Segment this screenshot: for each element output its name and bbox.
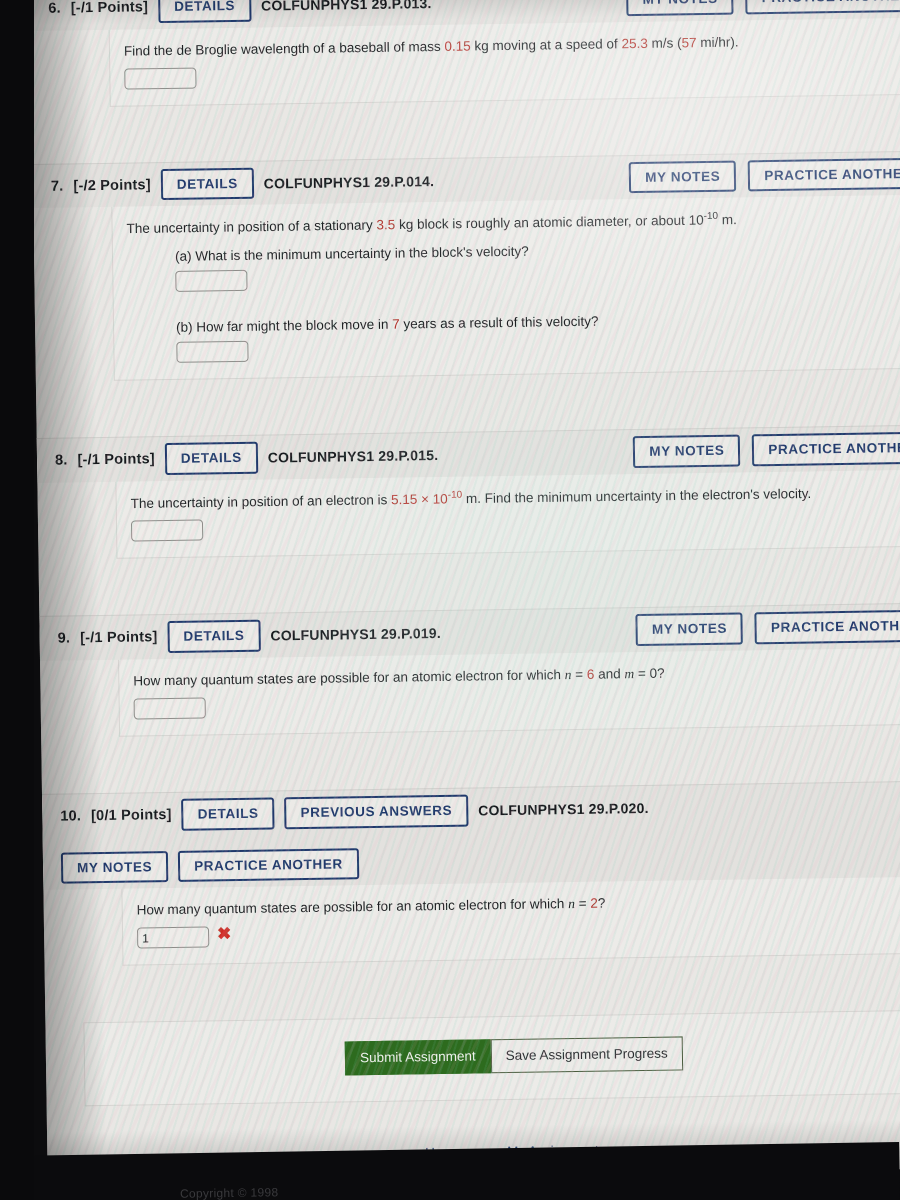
question-6-points: [-/1 Points] bbox=[70, 0, 149, 17]
assignment-actions-panel: Submit Assignment Save Assignment Progre… bbox=[83, 1009, 900, 1107]
q9-eq2: = bbox=[634, 665, 650, 681]
question-7-text: The uncertainty in position of a station… bbox=[126, 207, 900, 239]
save-assignment-progress-button[interactable]: Save Assignment Progress bbox=[490, 1036, 683, 1074]
question-8-header-actions: MY NOTES PRACTICE ANOTHER bbox=[633, 431, 900, 468]
question-9-number: 9. bbox=[57, 630, 71, 647]
question-9-practice-another-button[interactable]: PRACTICE ANOTHER bbox=[754, 609, 900, 645]
incorrect-icon: ✖ bbox=[216, 923, 232, 944]
q7b-text-a: (b) How far might the block move in bbox=[175, 316, 393, 335]
q7-text-c: m. bbox=[717, 212, 737, 228]
question-9-points: [-/1 Points] bbox=[80, 629, 158, 647]
question-10-header: 10. [0/1 Points] DETAILS PREVIOUS ANSWER… bbox=[41, 780, 900, 890]
q6-value-mph: 57 bbox=[681, 34, 697, 50]
q6-value-mass: 0.15 bbox=[444, 37, 471, 54]
question-7-my-notes-button[interactable]: MY NOTES bbox=[629, 160, 737, 194]
q7-value-mass: 3.5 bbox=[376, 217, 396, 233]
q7b-text-b: years as a result of this velocity? bbox=[399, 313, 599, 332]
question-8-points: [-/1 Points] bbox=[77, 450, 155, 469]
question-10-body: How many quantum states are possible for… bbox=[121, 876, 900, 966]
question-10-previous-answers-button[interactable]: PREVIOUS ANSWERS bbox=[284, 794, 469, 829]
question-6-code: COLFUNPHYS1 29.P.013. bbox=[260, 0, 432, 14]
question-10-code: COLFUNPHYS1 29.P.020. bbox=[478, 799, 649, 819]
q10-text-a: How many quantum states are possible for… bbox=[136, 896, 569, 918]
question-6: 6. [-/1 Points] DETAILS COLFUNPHYS1 29.P… bbox=[30, 0, 900, 108]
q6-text-d: mi/hr). bbox=[696, 33, 739, 50]
q6-text-a: Find the de Broglie wavelength of a base… bbox=[123, 38, 445, 59]
monitor-bezel-left bbox=[0, 0, 34, 1200]
q6-text-b: kg moving at a speed of bbox=[470, 35, 622, 53]
question-9: 9. [-/1 Points] DETAILS COLFUNPHYS1 29.P… bbox=[39, 602, 900, 738]
q9-text-a: How many quantum states are possible for… bbox=[133, 666, 565, 689]
question-7-points: [-/2 Points] bbox=[73, 176, 151, 194]
question-6-my-notes-button[interactable]: MY NOTES bbox=[626, 0, 734, 16]
question-10-details-button[interactable]: DETAILS bbox=[181, 797, 275, 831]
question-6-practice-another-button[interactable]: PRACTICE ANOTHER bbox=[745, 0, 900, 14]
question-7-part-a: (a) What is the minimum uncertainty in t… bbox=[175, 238, 900, 292]
question-9-code: COLFUNPHYS1 29.P.019. bbox=[270, 624, 442, 644]
q8-exponent: -10 bbox=[447, 489, 463, 501]
q8-value-mantissa: 5.15 bbox=[390, 491, 418, 507]
question-7-part-b: (b) How far might the block move in 7 ye… bbox=[176, 309, 900, 363]
question-8-body: The uncertainty in position of an electr… bbox=[115, 469, 900, 560]
question-9-answer-input[interactable] bbox=[133, 697, 206, 720]
question-9-my-notes-button[interactable]: MY NOTES bbox=[635, 612, 744, 646]
question-7-code: COLFUNPHYS1 29.P.014. bbox=[263, 172, 435, 192]
question-8-my-notes-button[interactable]: MY NOTES bbox=[633, 434, 741, 468]
question-7-details-button[interactable]: DETAILS bbox=[160, 167, 254, 201]
question-7-part-b-answer-input[interactable] bbox=[176, 340, 249, 363]
question-6-body: Find the de Broglie wavelength of a base… bbox=[108, 17, 900, 107]
q6-value-speed: 25.3 bbox=[621, 35, 648, 51]
q9-var-m: m bbox=[624, 665, 635, 682]
question-10-points: [0/1 Points] bbox=[90, 806, 172, 824]
question-8-number: 8. bbox=[54, 452, 68, 469]
question-8-details-button[interactable]: DETAILS bbox=[164, 441, 259, 475]
question-10-answer-input[interactable]: 1 bbox=[136, 926, 210, 949]
question-8-practice-another-button[interactable]: PRACTICE ANOTHER bbox=[752, 431, 900, 466]
q7-exponent: -10 bbox=[703, 211, 719, 223]
question-10-number: 10. bbox=[60, 808, 82, 825]
q6-text-c: m/s ( bbox=[647, 34, 682, 51]
q9-text-b: and bbox=[594, 666, 625, 682]
question-10: 10. [0/1 Points] DETAILS PREVIOUS ANSWER… bbox=[41, 780, 900, 967]
q8-times: × bbox=[417, 491, 433, 507]
q9-text-c: ? bbox=[656, 665, 665, 681]
question-7: 7. [-/2 Points] DETAILS COLFUNPHYS1 29.P… bbox=[32, 150, 900, 382]
question-7-number: 7. bbox=[50, 178, 64, 195]
question-8-answer-input[interactable] bbox=[130, 519, 204, 542]
q10-eq1: = bbox=[574, 895, 591, 912]
question-6-header-actions: MY NOTES PRACTICE ANOTHER bbox=[626, 0, 900, 16]
q8-text-a: The uncertainty in position of an electr… bbox=[130, 491, 392, 511]
q10-text-b: ? bbox=[597, 895, 606, 911]
submit-assignment-button[interactable]: Submit Assignment bbox=[344, 1039, 491, 1076]
screen-photo: 6. [-/1 Points] DETAILS COLFUNPHYS1 29.P… bbox=[0, 0, 900, 1200]
question-9-details-button[interactable]: DETAILS bbox=[167, 619, 261, 653]
question-10-my-notes-button[interactable]: MY NOTES bbox=[60, 850, 169, 884]
question-6-details-button[interactable]: DETAILS bbox=[157, 0, 252, 23]
question-8: 8. [-/1 Points] DETAILS COLFUNPHYS1 29.P… bbox=[36, 424, 900, 561]
assignment-page: 6. [-/1 Points] DETAILS COLFUNPHYS1 29.P… bbox=[30, 0, 900, 1166]
question-6-number: 6. bbox=[48, 0, 61, 17]
header-line-break bbox=[61, 829, 900, 842]
question-10-practice-another-button[interactable]: PRACTICE ANOTHER bbox=[177, 847, 359, 882]
q9-eq1: = bbox=[571, 666, 587, 682]
q7-mantissa: 10 bbox=[688, 212, 704, 229]
monitor-screen: 6. [-/1 Points] DETAILS COLFUNPHYS1 29.P… bbox=[30, 0, 900, 1182]
question-9-header-actions: MY NOTES PRACTICE ANOTHER bbox=[635, 609, 900, 646]
q7-text-b: kg block is roughly an atomic diameter, … bbox=[395, 213, 689, 233]
q7-text-a: The uncertainty in position of a station… bbox=[126, 217, 377, 237]
q8-base: 10 bbox=[432, 490, 448, 507]
question-7-body: The uncertainty in position of a station… bbox=[111, 194, 900, 381]
question-6-answer-input[interactable] bbox=[124, 67, 197, 90]
q8-text-b: m. Find the minimum uncertainty in the e… bbox=[462, 485, 812, 506]
question-7-part-a-answer-input[interactable] bbox=[175, 269, 248, 292]
question-8-code: COLFUNPHYS1 29.P.015. bbox=[267, 446, 439, 466]
copyright-text: Copyright © 1998 bbox=[179, 1185, 279, 1200]
question-7-practice-another-button[interactable]: PRACTICE ANOTHER bbox=[748, 157, 900, 192]
question-7-header-actions: MY NOTES PRACTICE ANOTHER bbox=[629, 157, 900, 194]
question-9-body: How many quantum states are possible for… bbox=[118, 647, 900, 737]
